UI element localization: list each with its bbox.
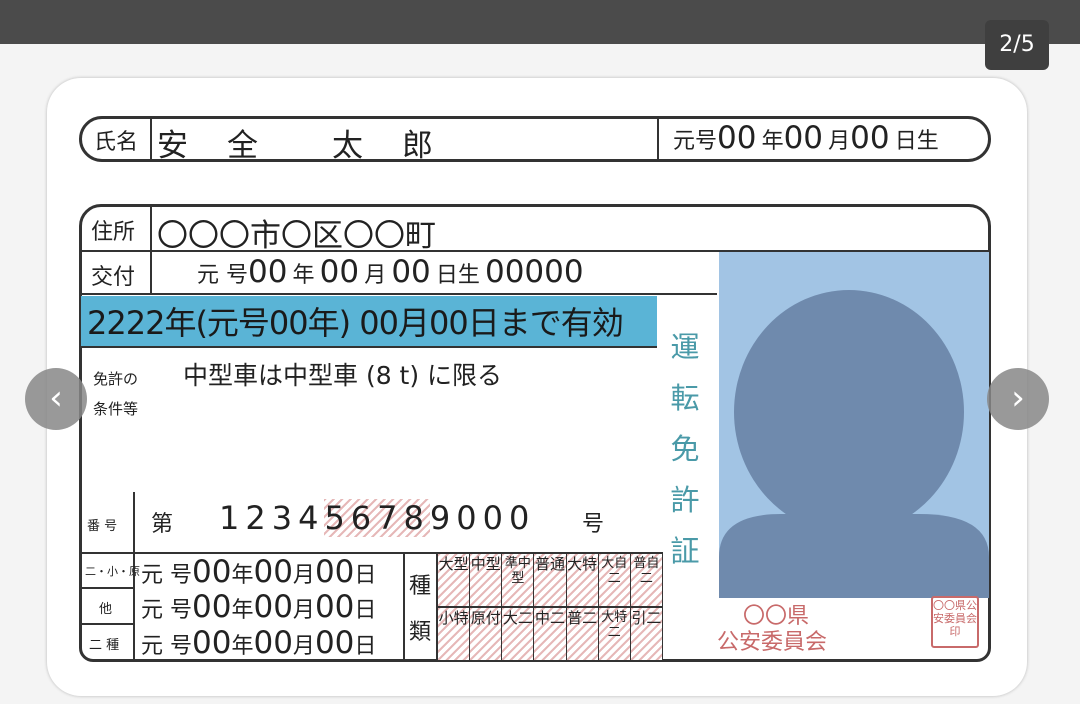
issuer-commission: 公安委員会: [717, 630, 828, 655]
title-char-3: 免: [670, 432, 700, 466]
date-row-label: 二・小・原: [85, 565, 140, 578]
title-char-4: 許: [670, 483, 700, 517]
conditions-label-1: 免許の: [93, 370, 139, 388]
issue-month: 00: [319, 254, 360, 290]
type-cell: 大型: [438, 554, 471, 606]
types-top-row: 大型 中型 準中型 普通 大特 大自二 普自二: [438, 554, 662, 606]
drivers-license-card: 氏名 安 全 太 郎 元号00 年00 月00 日生 住所 〇〇〇市〇区〇〇町 …: [47, 78, 1027, 696]
id-photo: [719, 252, 989, 598]
date-row-label: 他: [99, 602, 113, 617]
address-value: 〇〇〇市〇区〇〇町: [157, 218, 436, 254]
previous-image-button[interactable]: ‹: [25, 368, 87, 430]
issue-date: 元 号00 年 00 月 00 日生 00000: [197, 254, 584, 290]
chevron-right-icon: ›: [1011, 378, 1025, 418]
type-cell: 中型: [470, 554, 503, 606]
person-silhouette-icon: [719, 290, 989, 598]
type-cell: 原付: [470, 608, 503, 660]
issue-month-unit: 月: [364, 263, 387, 288]
title-char-5: 証: [670, 534, 700, 568]
conditions-value: 中型車は中型車 (8 t) に限る: [183, 361, 503, 390]
type-cell: 大二: [502, 608, 535, 660]
type-cell: 普自二: [630, 554, 662, 606]
date-row: 他 元 号00年00月00日: [83, 589, 403, 625]
number-label: 番 号: [87, 519, 118, 534]
issue-year-unit: 年: [292, 263, 315, 288]
number-part-3: 9000: [429, 499, 536, 537]
types-label-2: 類: [409, 620, 432, 645]
title-char-2: 転: [670, 381, 700, 415]
birth-day: 00: [850, 120, 890, 156]
type-cell: 普二: [566, 608, 599, 660]
type-cell: 中二: [534, 608, 567, 660]
date-row-value: 元 号00年00月00日: [141, 554, 377, 590]
number-suffix: 号: [582, 512, 605, 537]
birth-date: 元号00 年00 月00 日生: [673, 120, 939, 156]
name-label: 氏名: [94, 130, 139, 155]
date-row-value: 元 号00年00月00日: [141, 589, 377, 625]
validity-text: 2222年(元号00年) 00月00日まで有効: [87, 304, 624, 342]
birth-month: 00: [783, 120, 824, 156]
issuer-seal: 〇〇県公安委員会印: [931, 596, 979, 648]
date-row: 二 種 元 号00年00月00日: [83, 625, 403, 661]
type-cell: 引二: [630, 608, 662, 660]
issue-year: 00: [248, 254, 288, 290]
next-image-button[interactable]: ›: [987, 368, 1049, 430]
number-prefix: 第: [151, 512, 174, 537]
birth-day-unit: 日生: [894, 129, 939, 154]
image-counter: 2/5: [985, 20, 1049, 70]
types-bottom-row: 小特 原付 大二 中二 普二 大特二 引二: [438, 608, 662, 660]
issue-day-unit: 日生: [435, 263, 480, 288]
license-number: 123456789000: [219, 499, 535, 537]
date-row: 二・小・原 元 号00年00月00日: [83, 554, 403, 590]
name-value: 安 全 太 郎: [157, 128, 437, 164]
address-label: 住所: [91, 220, 136, 245]
birth-year-unit: 年: [761, 129, 784, 154]
license-title: 運 転 免 許 証: [667, 322, 703, 577]
issue-label: 交付: [91, 265, 136, 290]
chevron-left-icon: ‹: [49, 378, 63, 418]
type-cell: 小特: [438, 608, 471, 660]
type-cell: 普通: [534, 554, 567, 606]
birth-era: 元号: [673, 129, 718, 154]
issue-era: 元 号: [197, 263, 248, 288]
number-part-1: 1234: [219, 499, 325, 537]
number-part-2: 5678: [324, 499, 430, 537]
issue-number: 00000: [484, 254, 584, 290]
issue-day: 00: [391, 254, 431, 290]
types-label-1: 種: [409, 574, 432, 599]
birth-month-unit: 月: [828, 129, 851, 154]
type-cell: 大特二: [598, 608, 631, 660]
title-char-1: 運: [670, 330, 700, 364]
birth-year: 00: [717, 120, 757, 156]
date-row-value: 元 号00年00月00日: [141, 625, 377, 661]
conditions-label-2: 条件等: [93, 400, 139, 418]
viewer-top-bar: [0, 0, 1080, 44]
type-cell: 準中型: [502, 554, 535, 606]
type-cell: 大特: [566, 554, 599, 606]
date-row-label: 二 種: [89, 638, 120, 653]
type-cell: 大自二: [598, 554, 631, 606]
